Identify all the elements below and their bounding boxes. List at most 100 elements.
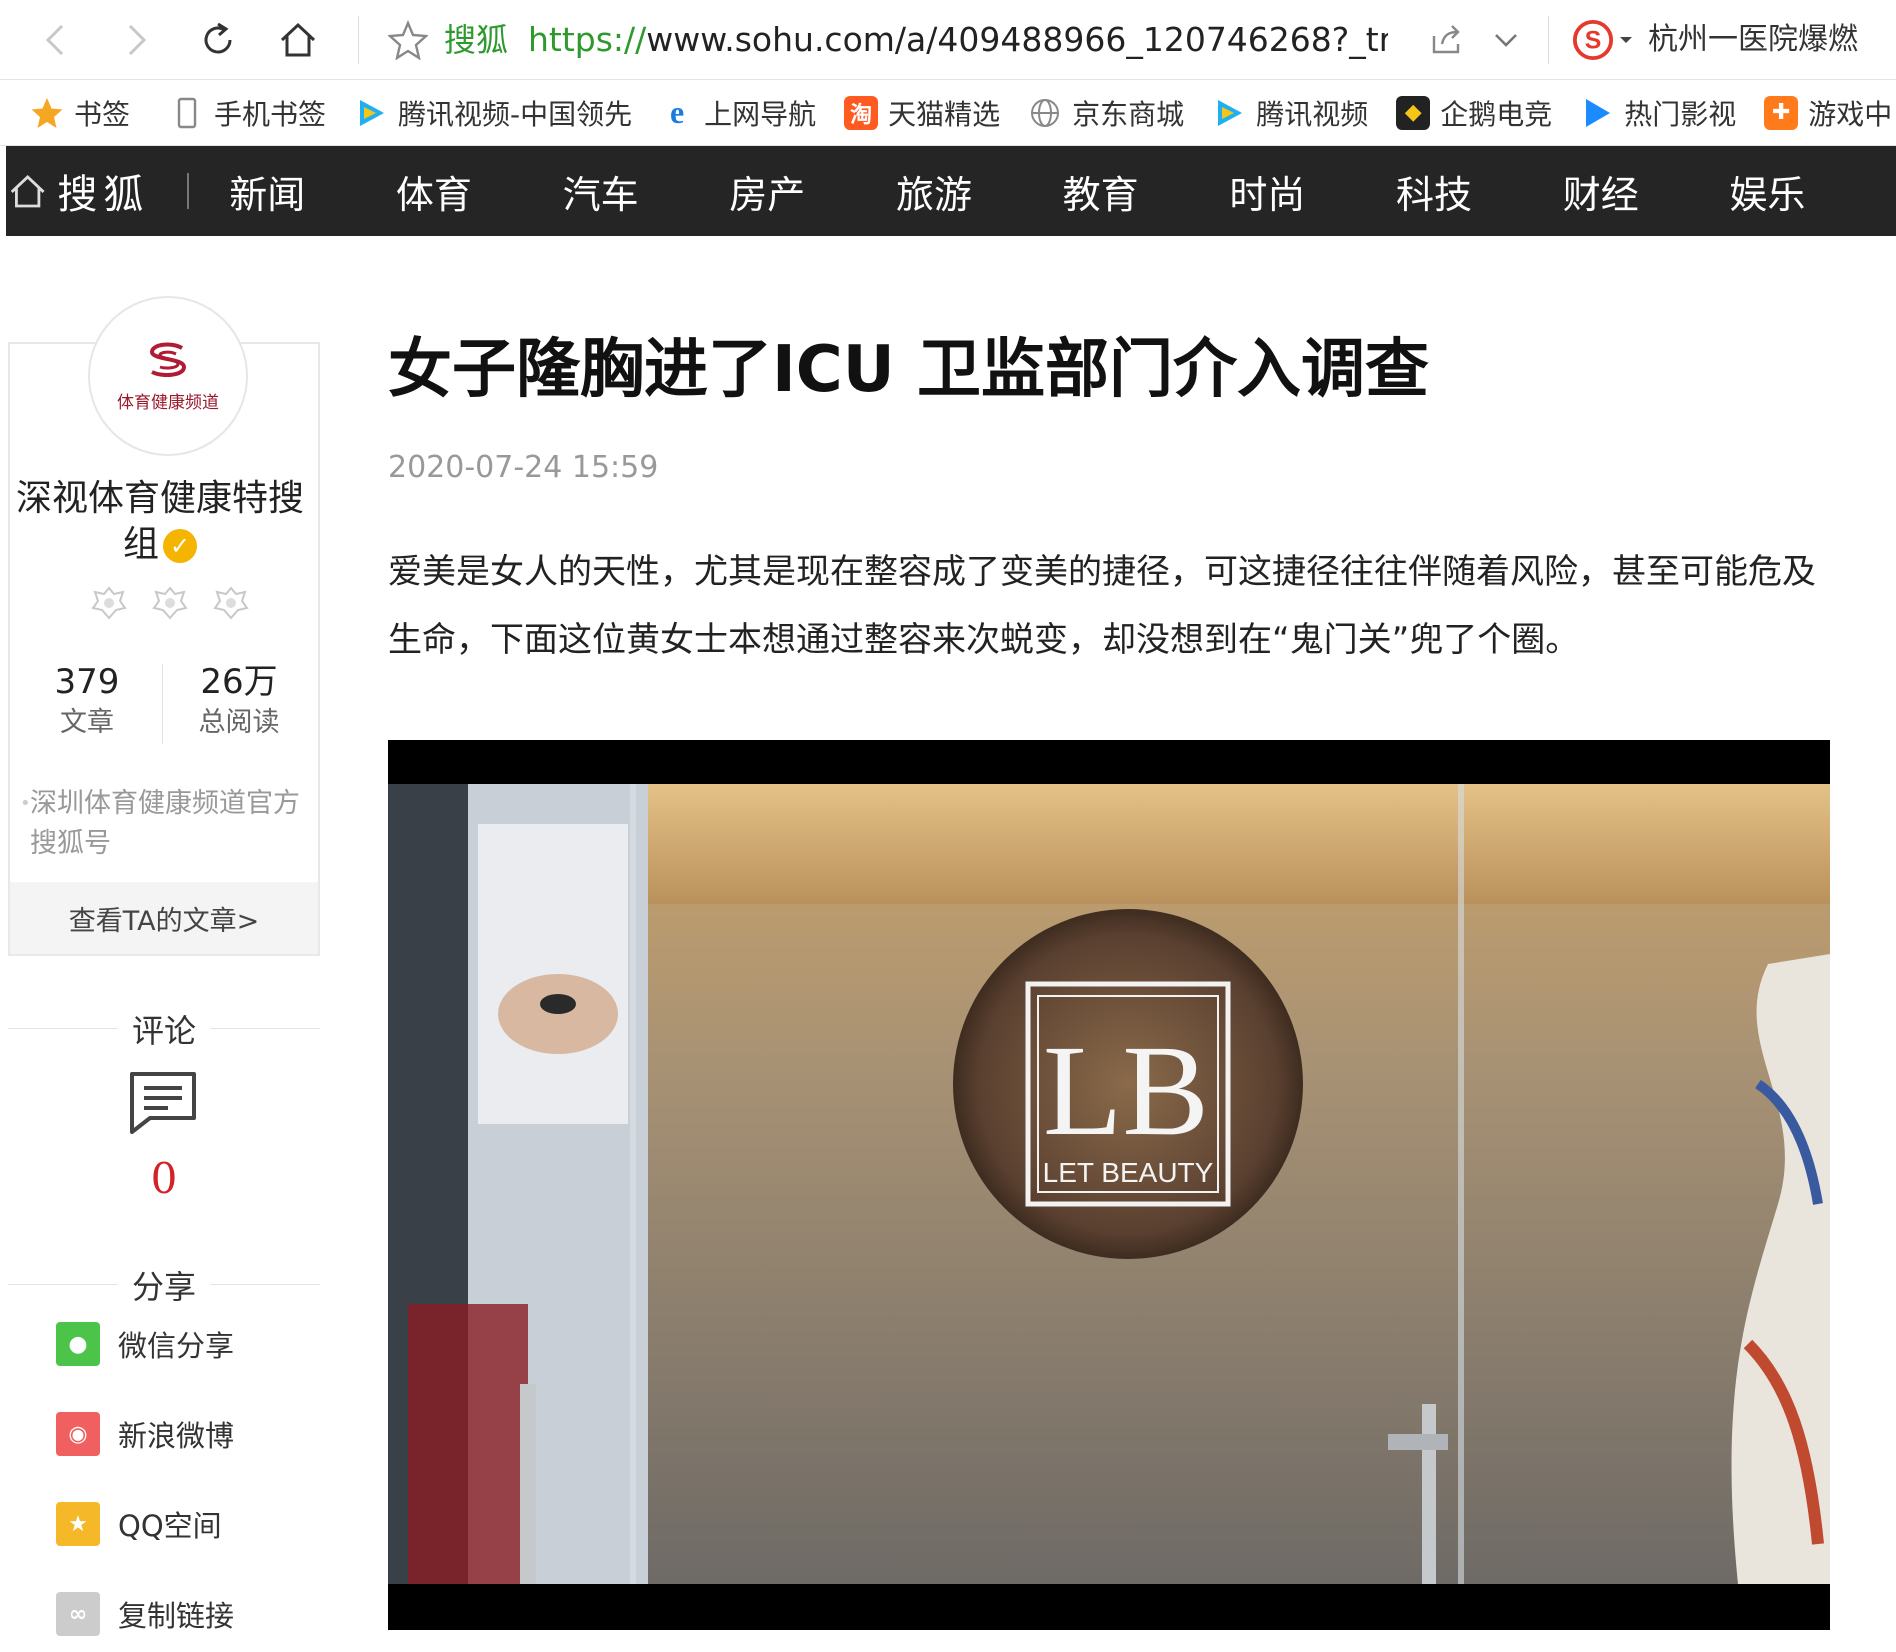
bookmark-item[interactable]: e 上网导航 <box>646 80 830 145</box>
share-copy-link[interactable]: ∞ 复制链接 <box>56 1592 234 1636</box>
share-label: 新浪微博 <box>118 1419 235 1453</box>
caret-down-icon <box>1620 37 1632 43</box>
home-button[interactable] <box>272 14 324 66</box>
video-frame: LB LET BEAUTY <box>388 784 1830 1584</box>
svg-text:S: S <box>1585 28 1602 55</box>
browser-toolbar: 搜狐 https://www.sohu.com/a/409488966_1207… <box>0 0 1896 80</box>
video-logo-text: LET BEAUTY <box>1043 1157 1214 1188</box>
nav-item-travel[interactable]: 旅游 <box>896 164 1063 219</box>
back-button[interactable] <box>30 14 82 66</box>
address-input[interactable]: https://www.sohu.com/a/409488966_1207462… <box>528 20 1388 60</box>
nav-item-news[interactable]: 新闻 <box>229 164 396 219</box>
chevron-left-icon <box>45 24 64 56</box>
chevron-right-icon <box>128 24 147 56</box>
divider <box>187 173 190 209</box>
nav-item-fashion[interactable]: 时尚 <box>1229 164 1396 219</box>
share-label: 复制链接 <box>118 1599 235 1633</box>
share-icon[interactable] <box>1428 22 1464 58</box>
share-heading: 分享 <box>8 1262 320 1308</box>
search-engine-selector[interactable]: S <box>1572 18 1646 62</box>
site-name: 搜狐 <box>444 21 509 59</box>
nav-item-sports[interactable]: 体育 <box>396 164 563 219</box>
bookmark-item[interactable]: 腾讯视频 <box>1198 80 1382 145</box>
author-name-text: 深视体育健康特搜组 <box>15 478 304 565</box>
divider <box>1548 16 1549 64</box>
avatar-label: 体育健康频道 <box>117 392 219 413</box>
divider <box>358 16 359 64</box>
reads-count: 26万 <box>200 662 278 702</box>
bookmark-item[interactable]: 手机书签 <box>156 80 340 145</box>
badge-icon <box>91 586 127 620</box>
comment-count[interactable]: 0 <box>8 1154 320 1203</box>
reads-stat: 26万 总阅读 <box>164 660 314 742</box>
bookmark-item[interactable]: 淘 天猫精选 <box>830 80 1014 145</box>
reload-icon <box>204 22 232 54</box>
reload-button[interactable] <box>192 14 244 66</box>
view-articles-button[interactable]: 查看TA的文章> <box>10 882 318 954</box>
avatar[interactable]: 体育健康频道 <box>88 296 248 456</box>
share-qzone[interactable]: ★ QQ空间 <box>56 1502 222 1546</box>
bookmark-label: 热门影视 <box>1624 97 1737 131</box>
phone-icon <box>177 97 197 128</box>
nav-item-tech[interactable]: 科技 <box>1396 164 1563 219</box>
nav-item-realestate[interactable]: 房产 <box>729 164 896 219</box>
badge-icon <box>213 586 249 620</box>
bookmark-label: 京东商城 <box>1072 97 1185 131</box>
bookmark-item[interactable]: ✚ 游戏中 <box>1750 80 1896 145</box>
bookmark-label: 天猫精选 <box>888 97 1001 131</box>
nav-item-finance[interactable]: 财经 <box>1563 164 1730 219</box>
bookmark-item[interactable]: 京东商城 <box>1014 80 1198 145</box>
video-player[interactable]: LB LET BEAUTY <box>388 740 1830 1630</box>
link-icon: ∞ <box>56 1592 100 1636</box>
bookmark-label: 游戏中 <box>1808 97 1893 131</box>
video-logo-letters: LB <box>1043 1019 1209 1163</box>
search-input[interactable]: 杭州一医院爆燃 <box>1648 20 1858 60</box>
tencent-video-icon <box>360 99 385 126</box>
bookmark-item[interactable]: 书签 <box>0 80 144 145</box>
nav-item-entertainment[interactable]: 娱乐 <box>1729 164 1896 219</box>
home-icon <box>280 22 316 57</box>
bookmark-label: 腾讯视频 <box>1256 97 1369 131</box>
qzone-icon: ★ <box>56 1502 100 1546</box>
sohu-logo[interactable]: 搜狐 <box>57 162 149 220</box>
comments-heading: 评论 <box>8 1006 320 1052</box>
weibo-icon: ◉ <box>56 1412 100 1456</box>
bookmark-item[interactable]: 腾讯视频-中国领先 <box>340 80 646 145</box>
bookmark-label: 手机书签 <box>214 97 327 131</box>
tmall-icon: 淘 <box>844 95 879 130</box>
bookmark-star-icon[interactable] <box>388 20 428 60</box>
home-icon[interactable] <box>8 170 47 212</box>
share-label: QQ空间 <box>118 1509 222 1543</box>
article-paragraph: 爱美是女人的天性，尤其是现在整容成了变美的捷径，可这捷径往往伴随着风险，甚至可能… <box>388 552 1816 660</box>
tencent-video-icon <box>1218 99 1243 126</box>
author-name[interactable]: 深视体育健康特搜组 ✓ <box>10 476 310 568</box>
author-badges <box>90 584 250 622</box>
share-wechat[interactable]: ● 微信分享 <box>56 1322 234 1366</box>
share-label: 微信分享 <box>118 1329 235 1363</box>
penguin-esports-icon: ◆ <box>1396 95 1431 130</box>
divider <box>162 664 163 744</box>
share-weibo[interactable]: ◉ 新浪微博 <box>56 1412 234 1456</box>
articles-stat: 379 文章 <box>12 660 162 742</box>
globe-icon <box>1031 98 1060 127</box>
bookmark-label: 书签 <box>74 97 131 131</box>
article-date: 2020-07-24 15:59 <box>388 450 659 485</box>
article-title: 女子隆胸进了ICU 卫监部门介入调查 <box>388 333 1430 407</box>
verified-icon: ✓ <box>163 529 197 563</box>
bookmark-item[interactable]: 热门影视 <box>1566 80 1750 145</box>
nav-item-auto[interactable]: 汽车 <box>563 164 730 219</box>
comment-icon[interactable] <box>128 1068 198 1138</box>
author-description: 深圳体育健康频道官方搜狐号 <box>20 784 310 864</box>
bookmarks-bar: 书签 手机书签 腾讯视频-中国领先 e 上网导航 淘 天猫精选 京东商城 腾讯视… <box>0 80 1896 146</box>
forward-button[interactable] <box>110 14 162 66</box>
ie-icon: e <box>660 94 695 130</box>
bookmark-label: 企鹅电竞 <box>1440 97 1553 131</box>
chevron-down-icon[interactable] <box>1490 24 1522 56</box>
url-text: www.sohu.com/a/409488966_120746268?_tran… <box>646 20 1388 59</box>
url-protocol: https:// <box>528 20 647 59</box>
bookmark-label: 腾讯视频-中国领先 <box>398 97 633 131</box>
channel-nav: 搜狐 新闻 体育 汽车 房产 旅游 教育 时尚 科技 财经 娱乐 <box>6 146 1896 236</box>
nav-item-education[interactable]: 教育 <box>1063 164 1230 219</box>
articles-count: 379 <box>54 662 120 702</box>
bookmark-item[interactable]: ◆ 企鹅电竞 <box>1382 80 1566 145</box>
